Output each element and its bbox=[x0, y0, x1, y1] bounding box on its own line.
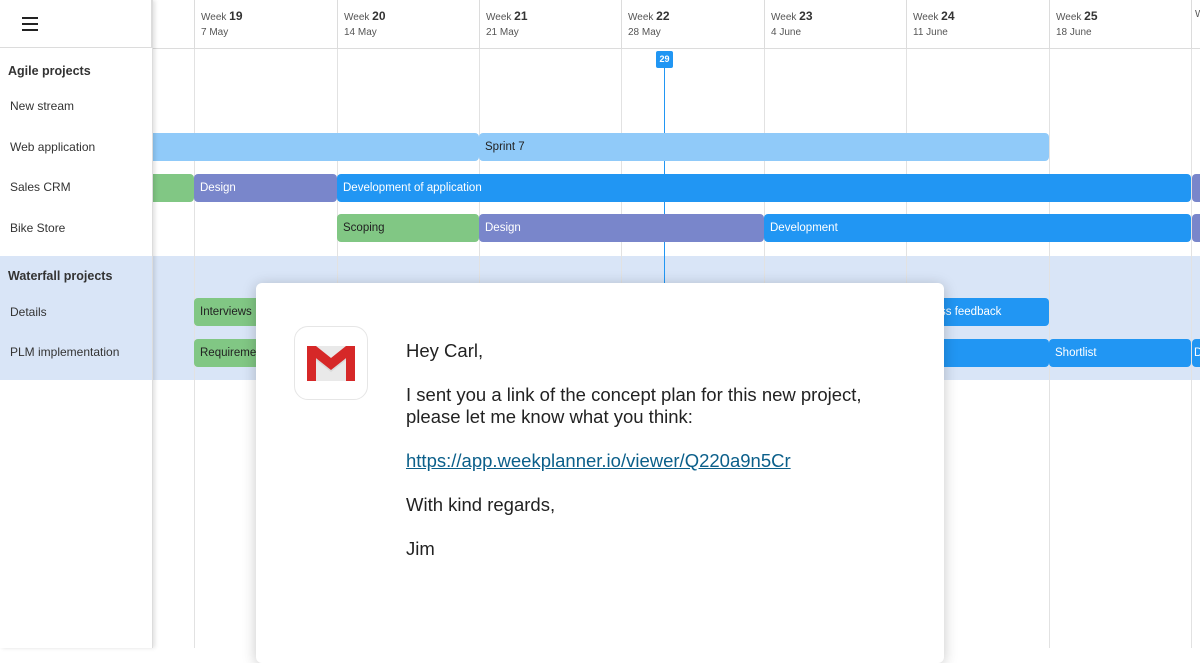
row-label[interactable]: Details bbox=[10, 305, 47, 319]
hamburger-menu-icon[interactable] bbox=[0, 0, 152, 48]
row-label[interactable]: Bike Store bbox=[10, 221, 65, 235]
task-bar[interactable] bbox=[1192, 214, 1200, 242]
task-bar[interactable] bbox=[152, 174, 194, 202]
task-bar[interactable] bbox=[1192, 174, 1200, 202]
week-label: Week bbox=[913, 12, 939, 23]
email-greeting: Hey Carl, bbox=[406, 340, 484, 361]
task-bar[interactable] bbox=[936, 339, 1049, 367]
task-bar-shortlist[interactable]: Shortlist bbox=[1049, 339, 1191, 367]
week-label: Week bbox=[628, 12, 654, 23]
week-column-header[interactable]: Week 21 21 May bbox=[479, 0, 621, 48]
week-date: 28 May bbox=[628, 27, 661, 38]
task-bar-scoping[interactable]: Scoping bbox=[337, 214, 479, 242]
week-label: Week bbox=[201, 12, 227, 23]
week-number: 21 bbox=[514, 9, 528, 23]
week-date: 21 May bbox=[486, 27, 519, 38]
task-bar-interviews[interactable]: Interviews bbox=[194, 298, 264, 326]
project-sidebar: Agile projects New stream Web applicatio… bbox=[0, 0, 153, 648]
row-label[interactable]: Web application bbox=[10, 140, 95, 154]
week-number: 25 bbox=[1084, 9, 1098, 23]
week-label: Week bbox=[486, 12, 512, 23]
week-column-header[interactable]: Week 25 18 June bbox=[1049, 0, 1191, 48]
week-number: 24 bbox=[941, 9, 955, 23]
week-number: 23 bbox=[799, 9, 813, 23]
group-title-agile[interactable]: Agile projects bbox=[8, 64, 91, 78]
week-label: Week bbox=[771, 12, 797, 23]
task-bar-design[interactable]: Design bbox=[194, 174, 337, 202]
row-label[interactable]: PLM implementation bbox=[10, 345, 119, 359]
week-column-header[interactable]: Week 23 4 June bbox=[764, 0, 906, 48]
week-date: 11 June bbox=[913, 27, 948, 38]
week-label: Week bbox=[344, 12, 370, 23]
task-bar-development[interactable]: Development bbox=[764, 214, 1191, 242]
group-title-waterfall[interactable]: Waterfall projects bbox=[8, 269, 112, 283]
task-bar-sprint-7[interactable]: Sprint 7 bbox=[479, 133, 1049, 161]
week-number: 19 bbox=[229, 9, 243, 23]
task-bar[interactable] bbox=[152, 133, 479, 161]
week-column-header[interactable]: Week 22 28 May bbox=[621, 0, 764, 48]
email-closing: With kind regards, bbox=[406, 494, 556, 515]
week-column-header[interactable]: Week 19 7 May bbox=[194, 0, 337, 48]
week-date: 14 May bbox=[344, 27, 377, 38]
week-number: 20 bbox=[372, 9, 386, 23]
week-label: W bbox=[1195, 9, 1200, 20]
row-label[interactable]: Sales CRM bbox=[10, 180, 71, 194]
week-label: Week bbox=[1056, 12, 1082, 23]
timeline-header: Week 19 7 May Week 20 14 May Week 21 21 … bbox=[152, 0, 1200, 49]
week-date: 18 June bbox=[1056, 27, 1092, 38]
gmail-icon bbox=[294, 326, 368, 400]
email-message-card: Hey Carl, I sent you a link of the conce… bbox=[256, 283, 944, 663]
task-bar-feedback[interactable]: ss feedback bbox=[936, 298, 1049, 326]
week-column-header[interactable]: W bbox=[1191, 0, 1200, 48]
week-date: 7 May bbox=[201, 27, 229, 38]
task-bar[interactable]: D bbox=[1192, 339, 1200, 367]
task-bar-requirements[interactable]: Requiremen bbox=[194, 339, 264, 367]
concept-plan-link[interactable]: https://app.weekplanner.io/viewer/Q220a9… bbox=[406, 450, 791, 471]
week-column-header[interactable]: Week 20 14 May bbox=[337, 0, 479, 48]
task-bar-development-of-application[interactable]: Development of application bbox=[337, 174, 1191, 202]
email-signature: Jim bbox=[406, 538, 435, 559]
email-body-line: I sent you a link of the concept plan fo… bbox=[406, 384, 862, 405]
week-column-header[interactable]: Week 24 11 June bbox=[906, 0, 1049, 48]
week-number: 22 bbox=[656, 9, 670, 23]
gmail-logo-icon bbox=[307, 346, 355, 381]
email-body-line: please let me know what you think: bbox=[406, 406, 693, 427]
row-label[interactable]: New stream bbox=[10, 99, 74, 113]
task-bar-design[interactable]: Design bbox=[479, 214, 764, 242]
today-marker-badge: 29 bbox=[656, 51, 673, 68]
week-date: 4 June bbox=[771, 27, 802, 38]
today-marker-line bbox=[664, 60, 665, 284]
